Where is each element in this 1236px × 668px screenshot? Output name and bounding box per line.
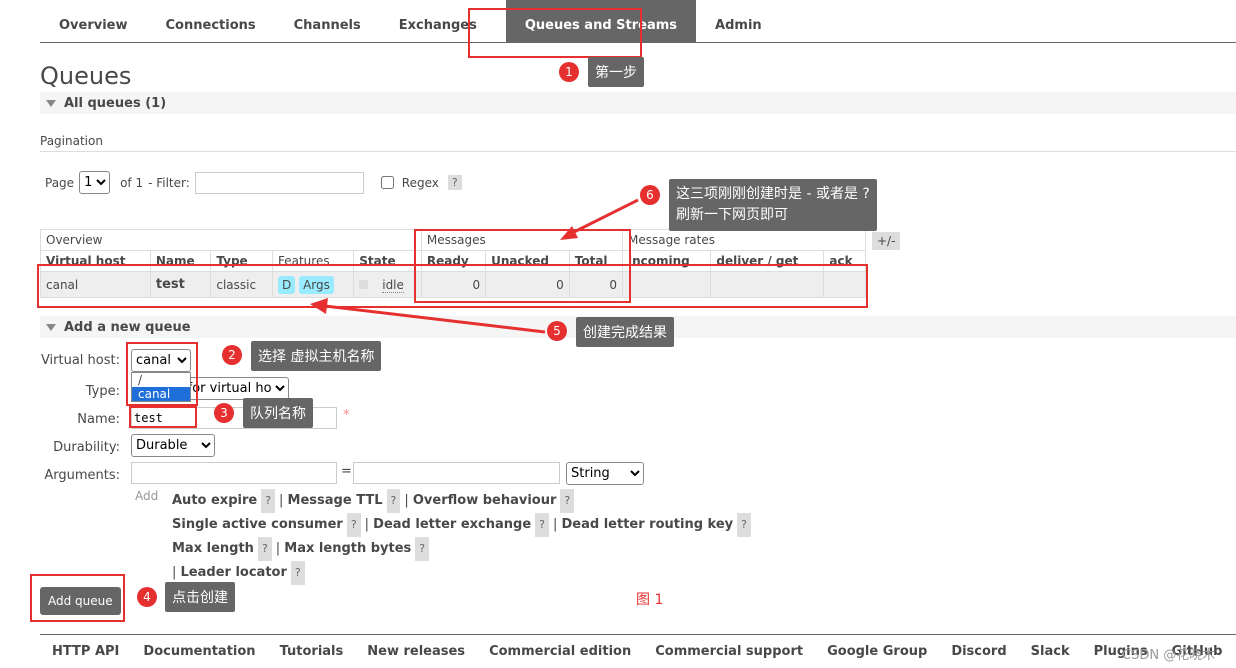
footer-link[interactable]: New releases	[367, 644, 465, 659]
arrow-icon	[324, 304, 546, 334]
arrow-head-icon	[310, 298, 328, 314]
arrow-head-icon	[560, 226, 578, 240]
arrow-icon	[569, 198, 639, 236]
footer-link[interactable]: Tutorials	[280, 644, 344, 659]
watermark: CSDN @花晓木	[1122, 648, 1216, 663]
footer-link[interactable]: Google Group	[827, 644, 927, 659]
footer: HTTP API Documentation Tutorials New rel…	[40, 634, 1236, 659]
footer-link[interactable]: Slack	[1031, 644, 1070, 659]
footer-link[interactable]: Documentation	[143, 644, 255, 659]
figure-label: 图 1	[636, 592, 664, 608]
footer-link[interactable]: Commercial edition	[489, 644, 631, 659]
footer-link[interactable]: Discord	[951, 644, 1006, 659]
arrow-overlay	[310, 198, 639, 334]
footer-link[interactable]: Commercial support	[655, 644, 803, 659]
footer-link[interactable]: HTTP API	[52, 644, 119, 659]
